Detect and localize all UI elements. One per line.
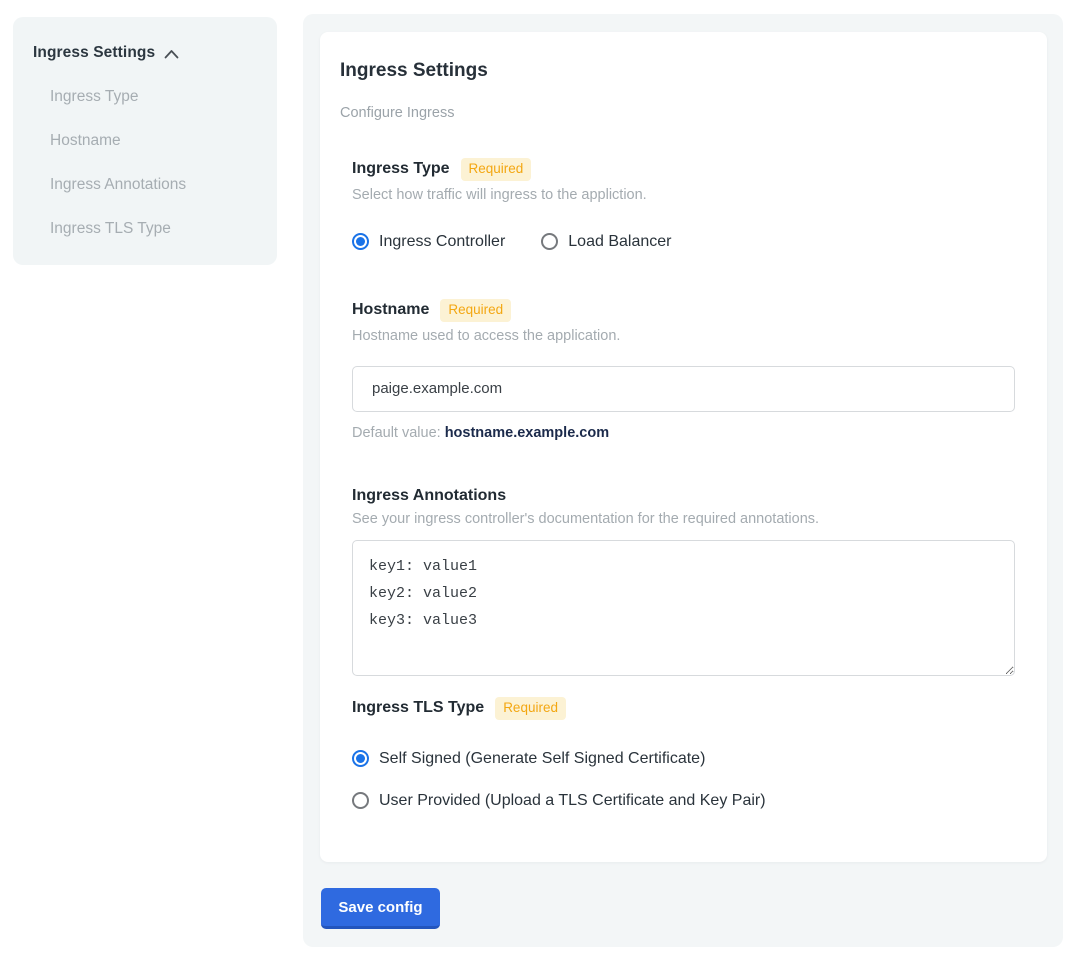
annotations-description: See your ingress controller's documentat… [352, 511, 1015, 527]
ingress-type-radio-group: Ingress Controller Load Balancer [352, 233, 1015, 251]
radio-option-label: Self Signed (Generate Self Signed Certif… [379, 750, 705, 768]
sidebar-section-toggle[interactable]: Ingress Settings [33, 44, 257, 62]
section-ingress-tls-type: Ingress TLS Type Required Self Signed (G… [352, 697, 1015, 810]
default-value-prefix: Default value: [352, 425, 445, 441]
radio-option-label: Load Balancer [568, 233, 671, 251]
hostname-label: Hostname [352, 301, 429, 319]
annotations-textarea[interactable]: key1: value1 key2: value2 key3: value3 [352, 540, 1015, 676]
radio-selected-icon[interactable] [352, 750, 369, 767]
chevron-up-icon[interactable] [164, 49, 179, 59]
ingress-settings-card: Ingress Settings Configure Ingress Ingre… [320, 32, 1047, 862]
sidebar-item-hostname[interactable]: Hostname [50, 132, 257, 150]
page-title: Ingress Settings [340, 60, 1027, 82]
radio-unselected-icon[interactable] [541, 233, 558, 250]
save-config-button[interactable]: Save config [321, 888, 440, 929]
annotations-label: Ingress Annotations [352, 487, 506, 505]
hostname-description: Hostname used to access the application. [352, 328, 1015, 344]
radio-option-label: User Provided (Upload a TLS Certificate … [379, 792, 766, 810]
radio-option-load-balancer[interactable]: Load Balancer [541, 233, 671, 251]
radio-selected-icon[interactable] [352, 233, 369, 250]
radio-option-ingress-controller[interactable]: Ingress Controller [352, 233, 505, 251]
hostname-default-line: Default value: hostname.example.com [352, 425, 1015, 441]
section-ingress-type: Ingress Type Required Select how traffic… [352, 158, 1015, 251]
sidebar-section-title: Ingress Settings [33, 44, 155, 62]
page-subtitle: Configure Ingress [340, 105, 1027, 121]
settings-panel: Ingress Settings Configure Ingress Ingre… [303, 14, 1063, 947]
ingress-type-description: Select how traffic will ingress to the a… [352, 187, 1015, 203]
radio-option-self-signed[interactable]: Self Signed (Generate Self Signed Certif… [352, 750, 1015, 768]
radio-unselected-icon[interactable] [352, 792, 369, 809]
tls-type-label: Ingress TLS Type [352, 699, 484, 717]
sidebar-item-ingress-type[interactable]: Ingress Type [50, 88, 257, 106]
settings-sidebar: Ingress Settings Ingress Type Hostname I… [13, 17, 277, 265]
sidebar-item-ingress-tls-type[interactable]: Ingress TLS Type [50, 220, 257, 238]
required-badge: Required [440, 299, 511, 322]
required-badge: Required [461, 158, 532, 181]
hostname-input[interactable] [352, 366, 1015, 412]
required-badge: Required [495, 697, 566, 720]
section-ingress-annotations: Ingress Annotations See your ingress con… [352, 487, 1015, 676]
radio-option-user-provided[interactable]: User Provided (Upload a TLS Certificate … [352, 792, 1015, 810]
sidebar-item-ingress-annotations[interactable]: Ingress Annotations [50, 176, 257, 194]
ingress-type-label: Ingress Type [352, 160, 450, 178]
radio-option-label: Ingress Controller [379, 233, 505, 251]
default-value: hostname.example.com [445, 425, 609, 441]
section-hostname: Hostname Required Hostname used to acces… [352, 299, 1015, 441]
